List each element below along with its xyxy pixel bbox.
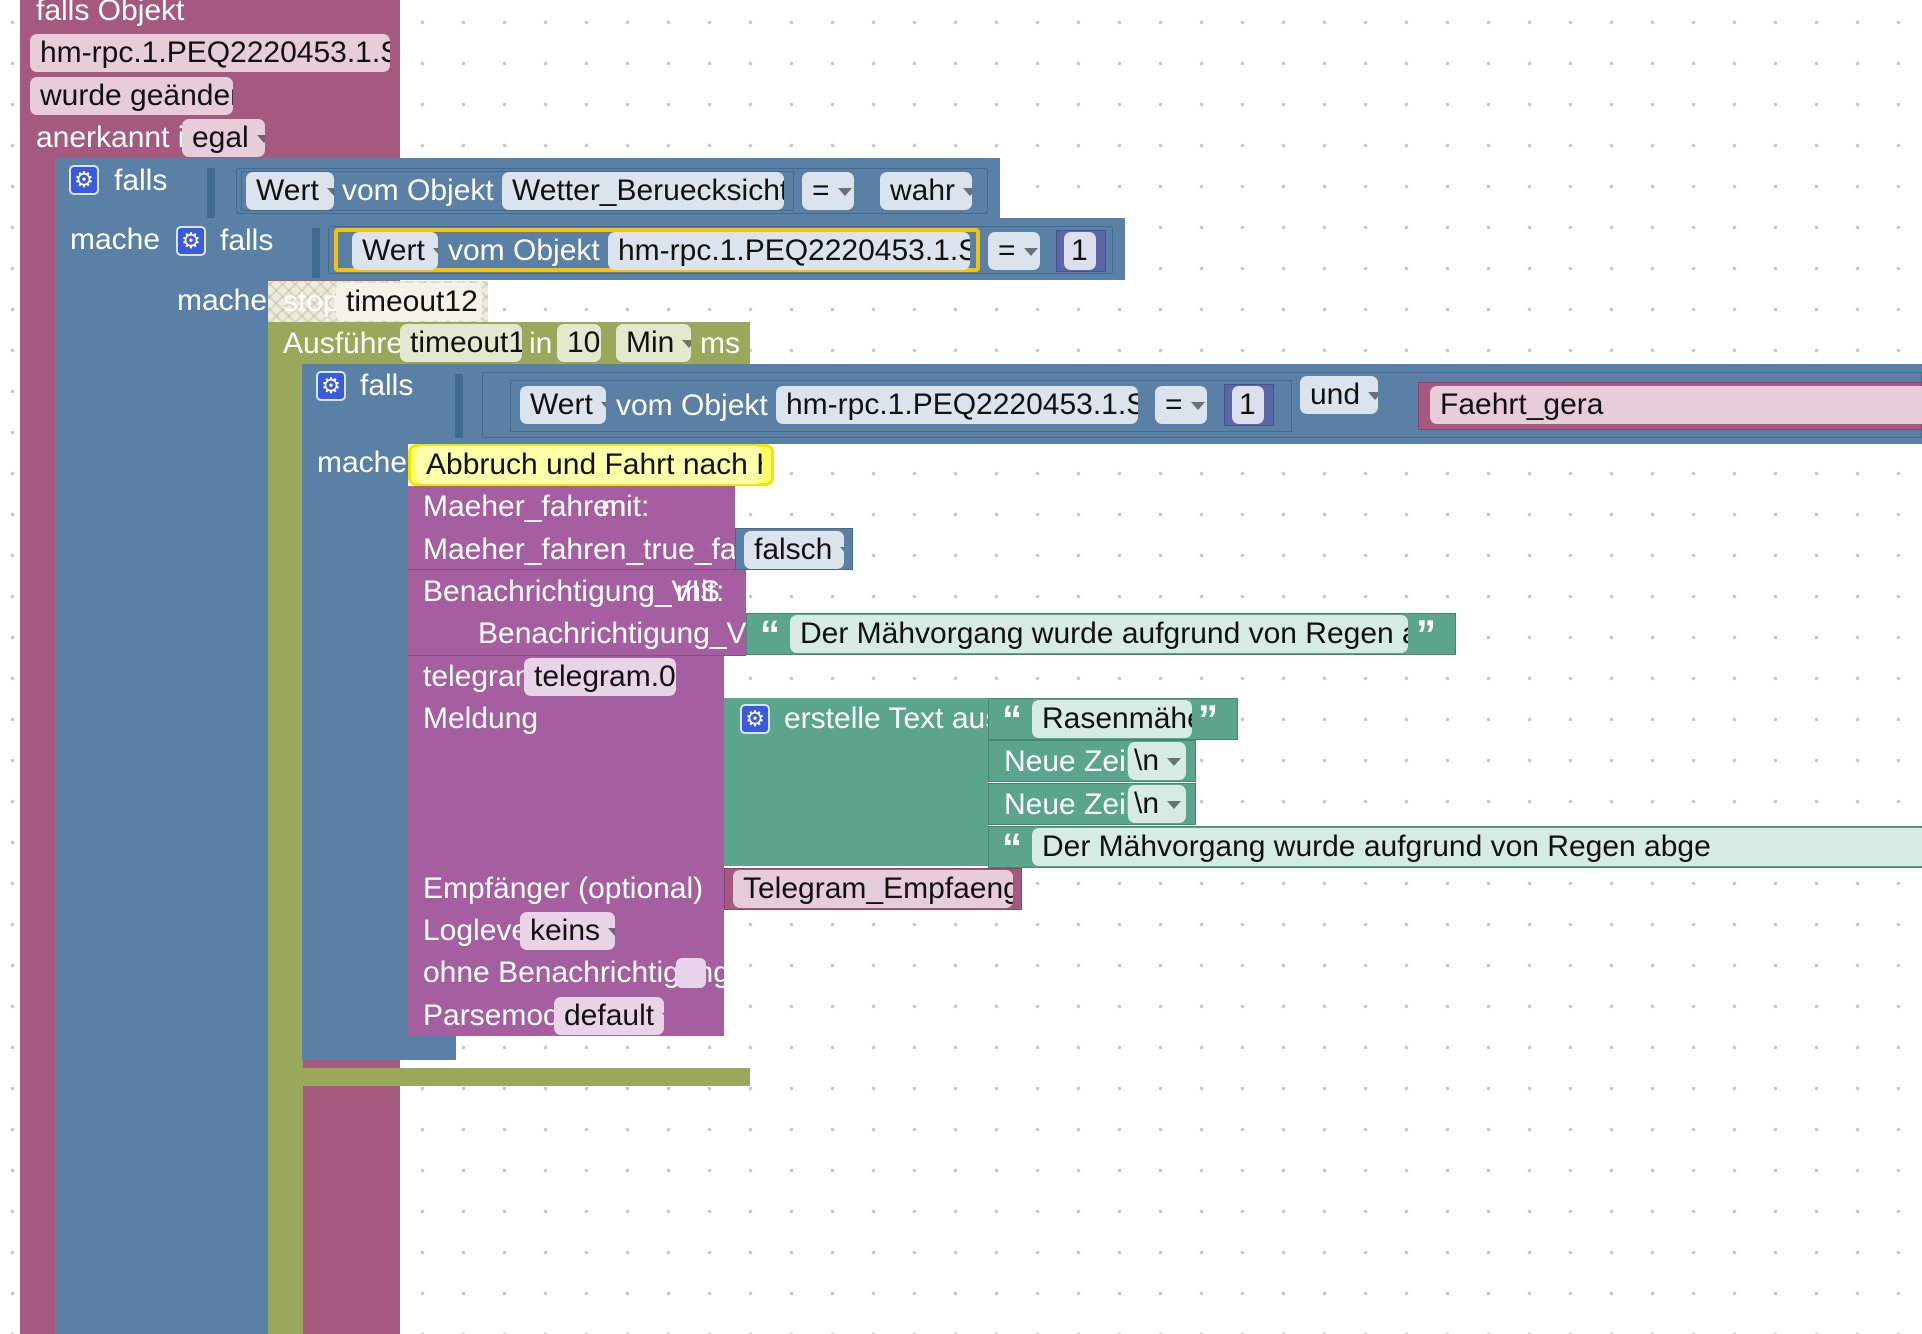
ack-dropdown[interactable]: egal [182, 119, 265, 157]
gear-icon[interactable]: ⚙ [176, 226, 206, 256]
gear-icon[interactable]: ⚙ [316, 371, 346, 401]
stop-label: stop [283, 285, 340, 318]
value-type-dropdown[interactable]: Wert [246, 172, 334, 210]
operator-dropdown[interactable]: = [1155, 386, 1207, 424]
parsemode-dropdown[interactable]: default [554, 997, 664, 1035]
call-param-label: Benachrichtigung_VIS [478, 617, 775, 650]
recipient-variable-dropdown[interactable]: Telegram_Empfaenger [733, 870, 1013, 908]
open-quote-icon: “ [1002, 826, 1022, 870]
text-field[interactable]: Rasenmäher: [1032, 700, 1192, 738]
telegram-label: telegram [423, 660, 540, 693]
close-quote-icon: ” [1416, 613, 1436, 657]
delay-unit-dropdown[interactable]: Min [616, 324, 691, 362]
meldung-label: Meldung [423, 702, 539, 735]
object-id-field[interactable]: hm-rpc.1.PEQ2220453.1.STATE [776, 386, 1138, 424]
gear-icon[interactable]: ⚙ [740, 704, 770, 734]
timeout-name-field[interactable]: timeout12 [400, 324, 522, 362]
if3-falls-label: falls [360, 369, 414, 402]
if2-mache-label: mache [177, 284, 268, 317]
number-field[interactable]: 1 [1232, 386, 1264, 424]
silent-checkbox[interactable] [676, 958, 706, 988]
operator-dropdown[interactable]: = [802, 172, 854, 210]
join-label: erstelle Text aus [784, 702, 1001, 735]
newline-dropdown[interactable]: \n [1128, 785, 1186, 823]
timeout-name-dropdown[interactable]: timeout12 [336, 283, 482, 321]
gear-icon[interactable]: ⚙ [69, 165, 99, 195]
if3-mache-label: mache [317, 446, 408, 479]
call-mit-label: mit: [676, 575, 725, 608]
connector-line [207, 168, 215, 218]
run-timeout-body [268, 364, 303, 1334]
call-name-label: Maeher_fahren [423, 490, 627, 523]
value-type-dropdown[interactable]: Wert [520, 386, 606, 424]
in-label: in [529, 327, 553, 360]
open-quote-icon: “ [760, 613, 780, 657]
loglevel-dropdown[interactable]: keins [520, 912, 615, 950]
value-type-dropdown[interactable]: Wert [352, 232, 438, 270]
if1-body [55, 218, 160, 1334]
run-timeout-footer [268, 1068, 750, 1086]
logic-operator-dropdown[interactable]: und [1300, 376, 1378, 414]
object-id-field[interactable]: hm-rpc.1.PEQ2220453.1.STATE [608, 232, 970, 270]
if1-mache-label: mache [70, 223, 161, 256]
if3-body [302, 444, 408, 1044]
loglevel-label: Loglevel [423, 914, 535, 947]
newline-dropdown[interactable]: \n [1128, 742, 1186, 780]
telegram-instance-dropdown[interactable]: telegram.0 [524, 658, 676, 696]
empfaenger-label: Empfänger (optional) [423, 872, 704, 905]
text-field[interactable]: Der Mähvorgang wurde aufgrund von Regen … [1032, 828, 1922, 866]
number-field[interactable]: 1 [1064, 232, 1096, 270]
object-id-field[interactable]: Wetter_Beruecksichtigen [502, 172, 784, 210]
comment-text[interactable]: Abbruch und Fahrt nach Hause [416, 446, 762, 484]
operator-dropdown[interactable]: = [988, 232, 1040, 270]
boolean-dropdown[interactable]: falsch [744, 531, 844, 569]
if1-falls-label: falls [114, 164, 168, 197]
boolean-dropdown[interactable]: wahr [880, 172, 972, 210]
call-param-label: Maeher_fahren_true_false [423, 533, 775, 566]
trigger-object-id-field[interactable]: hm-rpc.1.PEQ2220453.1.STATE [30, 34, 390, 72]
change-mode-dropdown[interactable]: wurde geändert [30, 77, 233, 115]
connector-line [312, 228, 320, 278]
connector-line [455, 374, 463, 438]
ms-label: ms [700, 327, 740, 360]
text-field[interactable]: Der Mähvorgang wurde aufgrund von Regen … [790, 615, 1408, 653]
call-mit-label: mit: [601, 490, 650, 523]
close-quote-icon: ” [1198, 698, 1218, 742]
open-quote-icon: “ [1002, 698, 1022, 742]
if2-falls-label: falls [220, 224, 274, 257]
variable-name-field[interactable]: Faehrt_gera [1430, 386, 1922, 424]
if2-body [160, 280, 268, 1334]
delay-amount-field[interactable]: 10 [557, 324, 601, 362]
trigger-title: falls Objekt [36, 0, 185, 27]
